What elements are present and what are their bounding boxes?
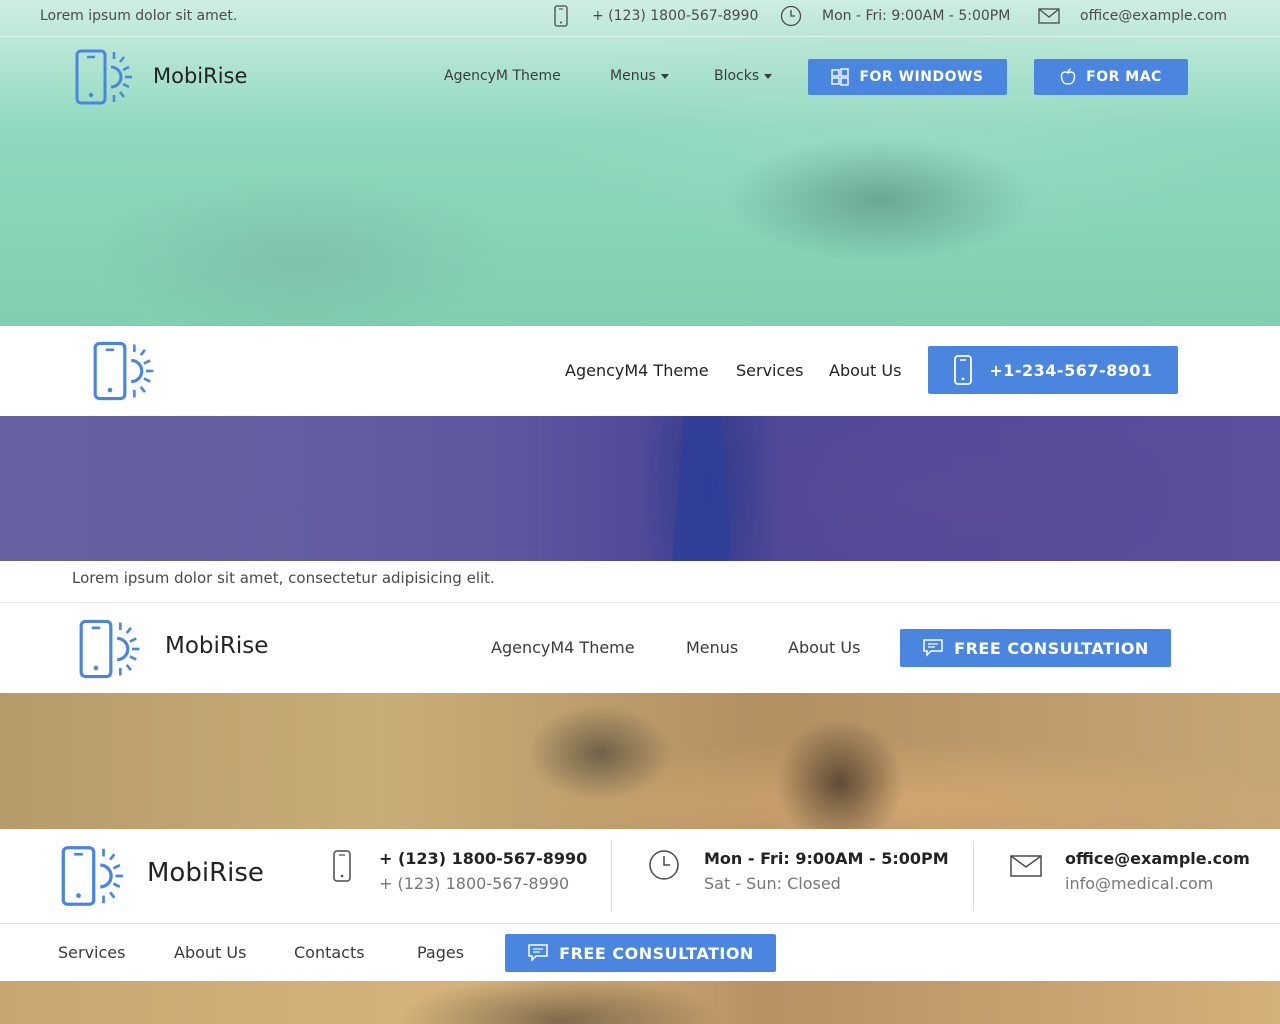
phone-icon — [332, 850, 352, 882]
phone-icon — [553, 5, 569, 27]
phone-secondary[interactable]: + (123) 1800-567-8990 — [379, 874, 569, 893]
windows-icon — [831, 68, 850, 86]
free-consultation-button[interactable]: FREE CONSULTATION — [505, 934, 776, 972]
download-windows-label: FOR WINDOWS — [859, 69, 984, 85]
nav-item-blocks[interactable]: Blocks — [714, 68, 773, 84]
header-variant-1: Lorem ipsum dolor sit amet. + (123) 1800… — [0, 0, 1280, 326]
envelope-icon — [1038, 8, 1060, 24]
divider — [0, 36, 1280, 37]
nav-item-menus-label: Menus — [610, 68, 656, 84]
top-hours: Mon - Fri: 9:00AM - 5:00PM — [822, 8, 1011, 24]
email-primary[interactable]: office@example.com — [1065, 849, 1250, 868]
download-mac-label: FOR MAC — [1086, 69, 1162, 85]
brand-name[interactable]: MobiRise — [153, 64, 247, 88]
header-variant-3: MobiRise AgencyM4 Theme Menus About Us F… — [0, 603, 1280, 693]
clock-icon — [780, 5, 802, 27]
hours-primary: Mon - Fri: 9:00AM - 5:00PM — [704, 849, 949, 868]
chat-bubble-icon — [922, 639, 944, 657]
top-email[interactable]: office@example.com — [1080, 8, 1227, 24]
nav-item-agencym4-theme[interactable]: AgencyM4 Theme — [491, 638, 635, 657]
free-consultation-label: FREE CONSULTATION — [954, 638, 1149, 658]
announcement-bar: Lorem ipsum dolor sit amet, consectetur … — [0, 561, 1280, 603]
apple-icon — [1060, 68, 1076, 86]
download-windows-button[interactable]: FOR WINDOWS — [808, 59, 1007, 95]
chat-bubble-icon — [527, 944, 549, 962]
free-consultation-label: FREE CONSULTATION — [559, 943, 754, 963]
header-variant-4-nav: Services About Us Contacts Pages FREE CO… — [0, 924, 1280, 981]
top-tagline: Lorem ipsum dolor sit amet. — [40, 8, 238, 24]
envelope-icon — [1010, 855, 1042, 877]
nav-item-services[interactable]: Services — [736, 361, 803, 380]
mobile-sun-logo-icon[interactable] — [78, 618, 150, 680]
call-phone-button[interactable]: +1-234-567-8901 — [928, 346, 1178, 394]
download-mac-button[interactable]: FOR MAC — [1034, 59, 1188, 95]
caret-down-icon — [660, 73, 669, 79]
phone-icon — [953, 355, 973, 385]
divider — [973, 841, 974, 911]
header-variant-4: MobiRise + (123) 1800-567-8990 + (123) 1… — [0, 829, 1280, 924]
hero-image-bottom — [0, 981, 1280, 1024]
email-secondary[interactable]: info@medical.com — [1065, 874, 1213, 893]
mobile-sun-logo-icon[interactable] — [60, 844, 134, 908]
nav-item-menus[interactable]: Menus — [610, 68, 669, 84]
nav-item-pages[interactable]: Pages — [417, 943, 464, 962]
clock-icon — [648, 849, 680, 881]
phone-primary[interactable]: + (123) 1800-567-8990 — [379, 849, 587, 868]
call-phone-label: +1-234-567-8901 — [989, 360, 1153, 380]
nav-item-agencym4-theme[interactable]: AgencyM4 Theme — [565, 361, 709, 380]
tie-shape — [672, 416, 732, 561]
free-consultation-button[interactable]: FREE CONSULTATION — [900, 629, 1171, 667]
nav-item-services[interactable]: Services — [58, 943, 125, 962]
announcement-text: Lorem ipsum dolor sit amet, consectetur … — [72, 569, 495, 587]
header-variant-2: AgencyM4 Theme Services About Us +1-234-… — [0, 326, 1280, 416]
caret-down-icon — [764, 73, 773, 79]
brand-name[interactable]: MobiRise — [165, 633, 268, 659]
hero-image-suit — [0, 416, 1280, 561]
nav-item-about-us[interactable]: About Us — [174, 943, 246, 962]
top-phone[interactable]: + (123) 1800-567-8990 — [592, 8, 758, 24]
brand-name[interactable]: MobiRise — [147, 858, 264, 888]
nav-item-about-us[interactable]: About Us — [829, 361, 901, 380]
hours-secondary: Sat - Sun: Closed — [704, 874, 841, 893]
hero-image-watch — [0, 693, 1280, 829]
nav-item-menus[interactable]: Menus — [686, 638, 738, 657]
mobile-sun-logo-icon[interactable] — [92, 340, 164, 402]
nav-item-about-us[interactable]: About Us — [788, 638, 860, 657]
mobile-sun-logo-icon[interactable] — [74, 48, 142, 106]
nav-item-blocks-label: Blocks — [714, 68, 760, 84]
nav-item-agencym-theme[interactable]: AgencyM Theme — [444, 68, 561, 84]
nav-item-contacts[interactable]: Contacts — [294, 943, 365, 962]
divider — [611, 841, 612, 911]
